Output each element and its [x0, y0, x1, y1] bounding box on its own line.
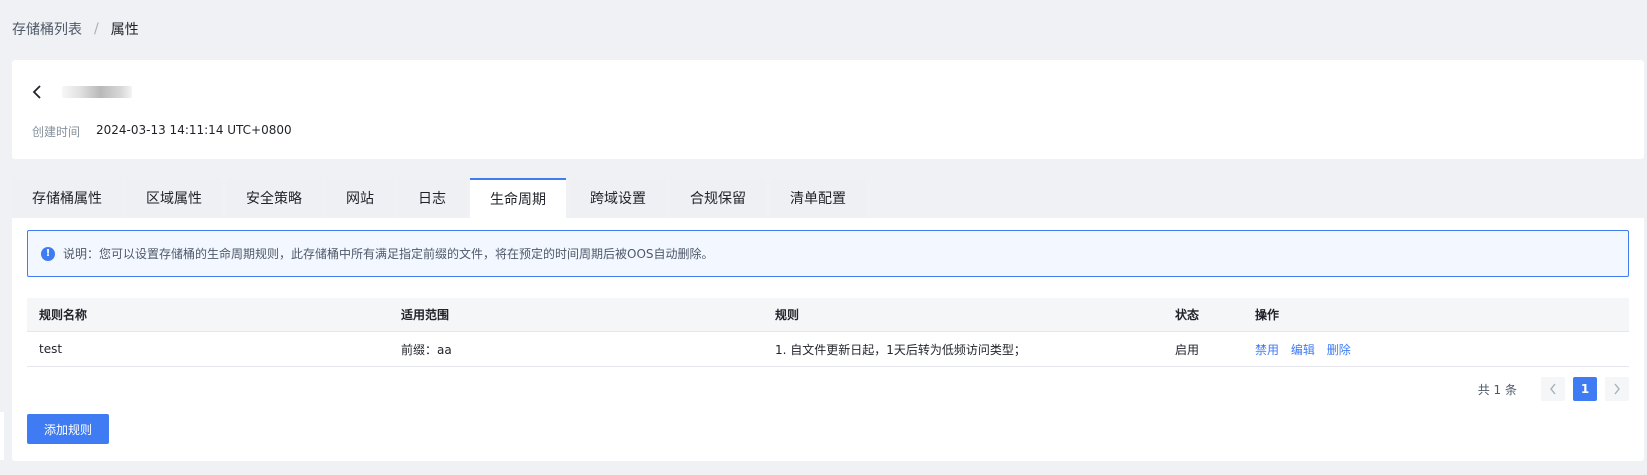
bucket-header-card: 创建时间 2024-03-13 14:11:14 UTC+0800: [12, 60, 1644, 159]
rule-detail-cell: 1. 自文件更新日起，1天后转为低频访问类型；: [775, 342, 1026, 357]
created-time-label: 创建时间: [32, 125, 81, 139]
bucket-title-row: [32, 83, 132, 101]
tab-cors[interactable]: 跨域设置: [570, 178, 666, 218]
bucket-name-redacted: [62, 86, 132, 98]
pagination-total: 共 1 条: [1477, 382, 1517, 397]
tab-region-properties[interactable]: 区域属性: [126, 178, 222, 218]
info-icon: !: [41, 246, 55, 261]
chevron-right-icon[interactable]: [1605, 377, 1629, 401]
lifecycle-notice: ! 说明：您可以设置存储桶的生命周期规则，此存储桶中所有满足指定前缀的文件，将在…: [27, 230, 1629, 277]
notice-text: 说明：您可以设置存储桶的生命周期规则，此存储桶中所有满足指定前缀的文件，将在预定…: [63, 247, 714, 261]
edit-rule-link[interactable]: 编辑: [1291, 343, 1315, 357]
breadcrumb-bucket-list[interactable]: 存储桶列表: [12, 19, 82, 39]
breadcrumb-current: 属性: [110, 22, 139, 38]
tab-bucket-properties[interactable]: 存储桶属性: [12, 178, 122, 218]
column-rule: 规则: [775, 308, 800, 322]
created-time-row: 创建时间 2024-03-13 14:11:14 UTC+0800: [32, 123, 292, 140]
tab-website[interactable]: 网站: [326, 178, 394, 218]
chevron-left-icon[interactable]: [32, 83, 46, 101]
property-tabs: 存储桶属性 区域属性 安全策略 网站 日志 生命周期 跨域设置 合规保留 清单配…: [12, 178, 870, 218]
rule-name-cell: test: [39, 342, 63, 356]
column-status: 状态: [1175, 308, 1200, 322]
lifecycle-rules-table: 规则名称 适用范围 规则 状态 操作 test 前缀：aa 1. 自文件更新日起…: [27, 298, 1629, 367]
tab-inventory-config[interactable]: 清单配置: [770, 178, 866, 218]
tab-security-policy[interactable]: 安全策略: [226, 178, 322, 218]
lifecycle-panel: 存储桶属性 区域属性 安全策略 网站 日志 生命周期 跨域设置 合规保留 清单配…: [12, 178, 1644, 461]
pagination: 共 1 条 1: [1477, 377, 1629, 401]
tab-lifecycle[interactable]: 生命周期: [470, 178, 566, 218]
breadcrumb: 存储桶列表 / 属性: [12, 19, 139, 39]
created-time-value: 2024-03-13 14:11:14 UTC+0800: [96, 123, 292, 137]
tab-compliance-retention[interactable]: 合规保留: [670, 178, 766, 218]
rule-scope-cell: 前缀：aa: [401, 342, 452, 357]
table-row: test 前缀：aa 1. 自文件更新日起，1天后转为低频访问类型； 启用 禁用…: [27, 332, 1629, 367]
disable-rule-link[interactable]: 禁用: [1255, 343, 1279, 357]
chevron-left-icon[interactable]: [1541, 377, 1565, 401]
column-rule-name: 规则名称: [39, 308, 88, 322]
column-actions: 操作: [1255, 308, 1280, 322]
add-rule-button[interactable]: 添加规则: [27, 414, 109, 444]
tab-logs[interactable]: 日志: [398, 178, 466, 218]
column-scope: 适用范围: [401, 308, 450, 322]
rule-actions-cell: 禁用 编辑 删除: [1255, 341, 1629, 358]
table-header: 规则名称 适用范围 规则 状态 操作: [27, 298, 1629, 332]
page-button-current[interactable]: 1: [1573, 377, 1597, 401]
delete-rule-link[interactable]: 删除: [1327, 343, 1351, 357]
rule-status-cell: 启用: [1175, 342, 1200, 357]
left-edge-strip: [0, 412, 4, 460]
breadcrumb-separator: /: [94, 21, 99, 37]
